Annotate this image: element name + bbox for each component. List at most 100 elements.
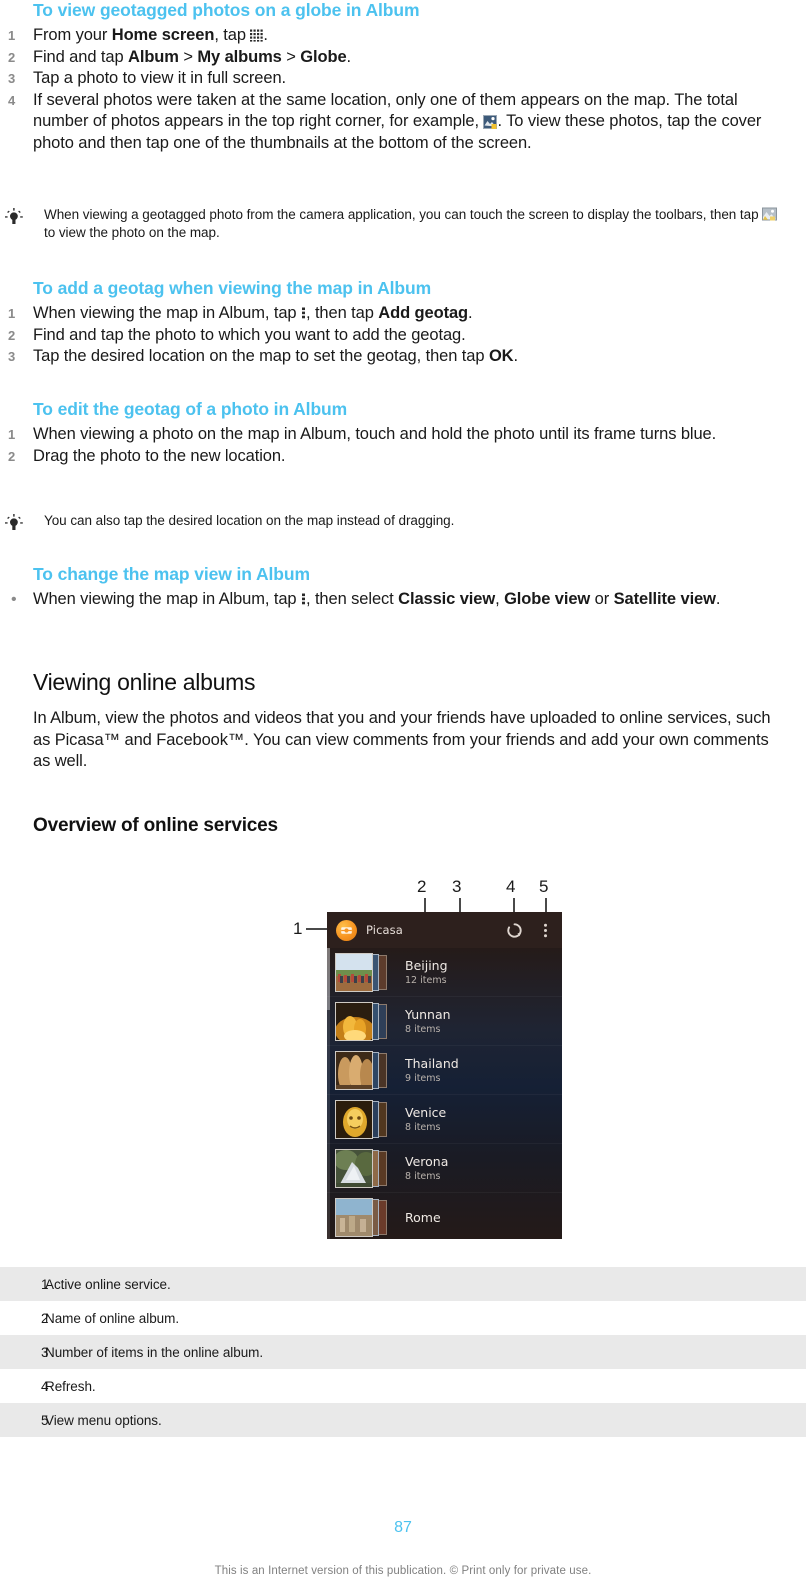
album-meta: Thailand 9 items (405, 1056, 459, 1085)
step-text-part: Tap the desired location on the map to s… (33, 347, 489, 365)
document-page: To view geotagged photos on a globe in A… (0, 0, 806, 1590)
table-row: 3 Number of items in the online album. (0, 1335, 806, 1369)
legend-description: Name of online album. (45, 1310, 180, 1326)
step-list: 1 From your Home screen, tap . 2 Find an… (0, 25, 806, 154)
section-change-map-view: To change the map view in Album • When v… (0, 564, 806, 611)
album-name: Verona (405, 1153, 449, 1169)
step-item: 3 Tap a photo to view it in full screen. (0, 68, 806, 90)
active-service-name: Picasa (366, 923, 403, 937)
callout-number-4: 4 (506, 877, 516, 896)
step-number: 4 (8, 92, 16, 108)
subsection-heading: Overview of online services (33, 815, 278, 836)
step-item: • When viewing the map in Album, tap , t… (0, 589, 806, 611)
map-photo-icon (762, 207, 778, 222)
page-title: Viewing online albums (33, 669, 256, 695)
tip-callout: You can also tap the desired location on… (0, 512, 806, 530)
step-list: 1 When viewing the map in Album, tap , t… (0, 303, 806, 368)
step-number: 3 (8, 71, 16, 86)
album-name: Beijing (405, 957, 448, 973)
step-item: 1 When viewing a photo on the map in Alb… (0, 424, 806, 446)
album-name: Yunnan (405, 1006, 451, 1022)
list-item[interactable]: Rome (327, 1193, 562, 1239)
scrollbar-thumb[interactable] (327, 948, 330, 1010)
list-item[interactable]: Beijing 12 items (327, 948, 562, 997)
section-heading: To edit the geotag of a photo in Album (33, 399, 348, 419)
album-thumbnail (335, 1001, 391, 1041)
step-list: • When viewing the map in Album, tap , t… (0, 589, 806, 611)
section-heading: To view geotagged photos on a globe in A… (33, 0, 420, 20)
footer-note: This is an Internet version of this publ… (214, 1565, 592, 1577)
album-item-count: 8 items (405, 1170, 441, 1182)
bullet-marker: • (11, 591, 17, 608)
album-meta: Yunnan 8 items (405, 1007, 451, 1036)
list-item[interactable]: Thailand 9 items (327, 1046, 562, 1095)
phone-screenshot: Picasa Beijing 12 items Yunnan 8 items T… (327, 912, 562, 1239)
album-name: Venice (405, 1104, 447, 1120)
step-number: 1 (8, 306, 16, 321)
album-name: Thailand (405, 1055, 459, 1071)
album-thumbnail (335, 1148, 391, 1188)
album-item-count: 12 items (405, 974, 447, 986)
step-list: 1 When viewing a photo on the map in Alb… (0, 424, 806, 467)
section-add-geotag: To add a geotag when viewing the map in … (0, 278, 806, 368)
section-edit-geotag: To edit the geotag of a photo in Album 1… (0, 399, 806, 467)
album-thumbnail (335, 1099, 391, 1139)
picasa-icon[interactable] (336, 919, 357, 941)
album-item-count: 8 items (405, 1121, 441, 1133)
tip-text: You can also tap the desired location on… (44, 513, 455, 528)
step-item: 1 From your Home screen, tap . (0, 25, 806, 47)
scrollbar-track[interactable] (327, 948, 330, 1239)
refresh-icon[interactable] (503, 919, 525, 941)
legend-description: View menu options. (45, 1412, 162, 1428)
album-meta: Beijing 12 items (405, 958, 448, 987)
step-item: 3 Tap the desired location on the map to… (0, 346, 806, 368)
album-item-count: 8 items (405, 1023, 441, 1035)
legend-table: 1 Active online service. 2 Name of onlin… (0, 1267, 806, 1437)
ui-term: OK (488, 347, 514, 365)
lightbulb-icon (4, 207, 24, 227)
callout-number-5: 5 (539, 877, 549, 896)
tip-text-part: When viewing a geotagged photo from the … (44, 207, 763, 222)
table-row: 4 Refresh. (0, 1369, 806, 1403)
tip-text-part: to view the photo on the map. (44, 225, 220, 240)
album-item-count: 9 items (405, 1072, 441, 1084)
legend-number: 1 (41, 1276, 49, 1292)
app-action-bar: Picasa (327, 912, 562, 948)
legend-description: Active online service. (45, 1276, 171, 1292)
album-meta: Verona 8 items (405, 1154, 448, 1183)
step-text-part: , (495, 590, 505, 608)
ui-term: My albums (197, 47, 282, 66)
section-heading: To change the map view in Album (33, 564, 310, 584)
callout-number-1: 1 (293, 919, 303, 938)
step-text-part: , tap (214, 26, 251, 44)
photo-count-badge-icon (483, 114, 498, 129)
table-row: 5 View menu options. (0, 1403, 806, 1437)
table-row: 2 Name of online album. (0, 1301, 806, 1335)
step-text: From your Home screen, tap . (33, 26, 268, 44)
list-item[interactable]: Venice 8 items (327, 1095, 562, 1144)
step-text-part: Find and tap (33, 47, 129, 66)
ui-term: Add geotag (378, 304, 469, 322)
step-text-part: When viewing the map in Album, tap (33, 590, 301, 608)
album-list[interactable]: Beijing 12 items Yunnan 8 items Thailand… (327, 948, 562, 1239)
step-item: 4 If several photos were taken at the sa… (0, 90, 806, 155)
list-item[interactable]: Yunnan 8 items (327, 997, 562, 1046)
album-thumbnail (335, 952, 391, 992)
ui-term: Globe view (504, 590, 591, 608)
step-text: Tap a photo to view it in full screen. (33, 69, 287, 87)
step-item: 2 Find and tap the photo to which you wa… (0, 325, 806, 347)
step-text-part: , then select (305, 590, 399, 608)
ui-term: Home screen (111, 26, 215, 44)
album-meta: Venice 8 items (405, 1105, 446, 1134)
list-item[interactable]: Verona 8 items (327, 1144, 562, 1193)
step-number: 2 (8, 49, 16, 65)
step-text-part: , then tap (305, 304, 379, 322)
legend-number: 2 (41, 1310, 49, 1326)
table-row: 1 Active online service. (0, 1267, 806, 1301)
step-number: 2 (8, 448, 16, 464)
album-thumbnail (335, 1197, 391, 1237)
kebab-menu-icon[interactable] (537, 919, 553, 941)
step-text-part: When viewing the map in Album, tap (33, 304, 301, 322)
legend-number: 3 (41, 1344, 49, 1360)
step-number: 1 (8, 427, 16, 442)
